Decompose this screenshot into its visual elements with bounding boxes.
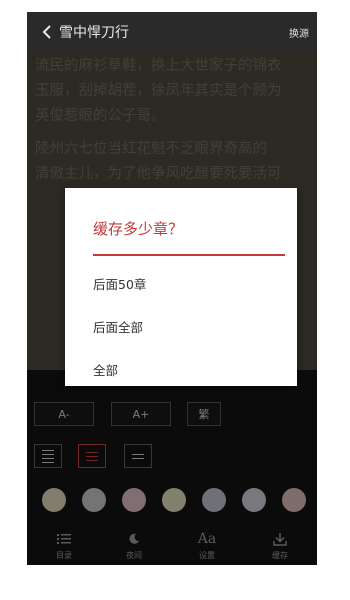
dialog-divider [93, 254, 285, 256]
back-chevron-icon[interactable] [37, 22, 57, 42]
phone-screen: 雪中悍刀行 换源 流民的麻衫草鞋，换上大世家子的锦衣 玉服，刮掉胡茬，徐凤年其实… [27, 12, 317, 565]
top-bar: 雪中悍刀行 换源 [27, 12, 317, 52]
change-source-button[interactable]: 换源 [289, 25, 309, 40]
book-title: 雪中悍刀行 [59, 25, 129, 41]
cache-dialog: 缓存多少章？ 后面50章 后面全部 全部 [65, 188, 297, 386]
option-all[interactable]: 全部 [93, 360, 118, 379]
dialog-title: 缓存多少章？ [93, 220, 184, 238]
option-all-following[interactable]: 后面全部 [93, 317, 143, 336]
option-next-50[interactable]: 后面50章 [93, 274, 146, 293]
